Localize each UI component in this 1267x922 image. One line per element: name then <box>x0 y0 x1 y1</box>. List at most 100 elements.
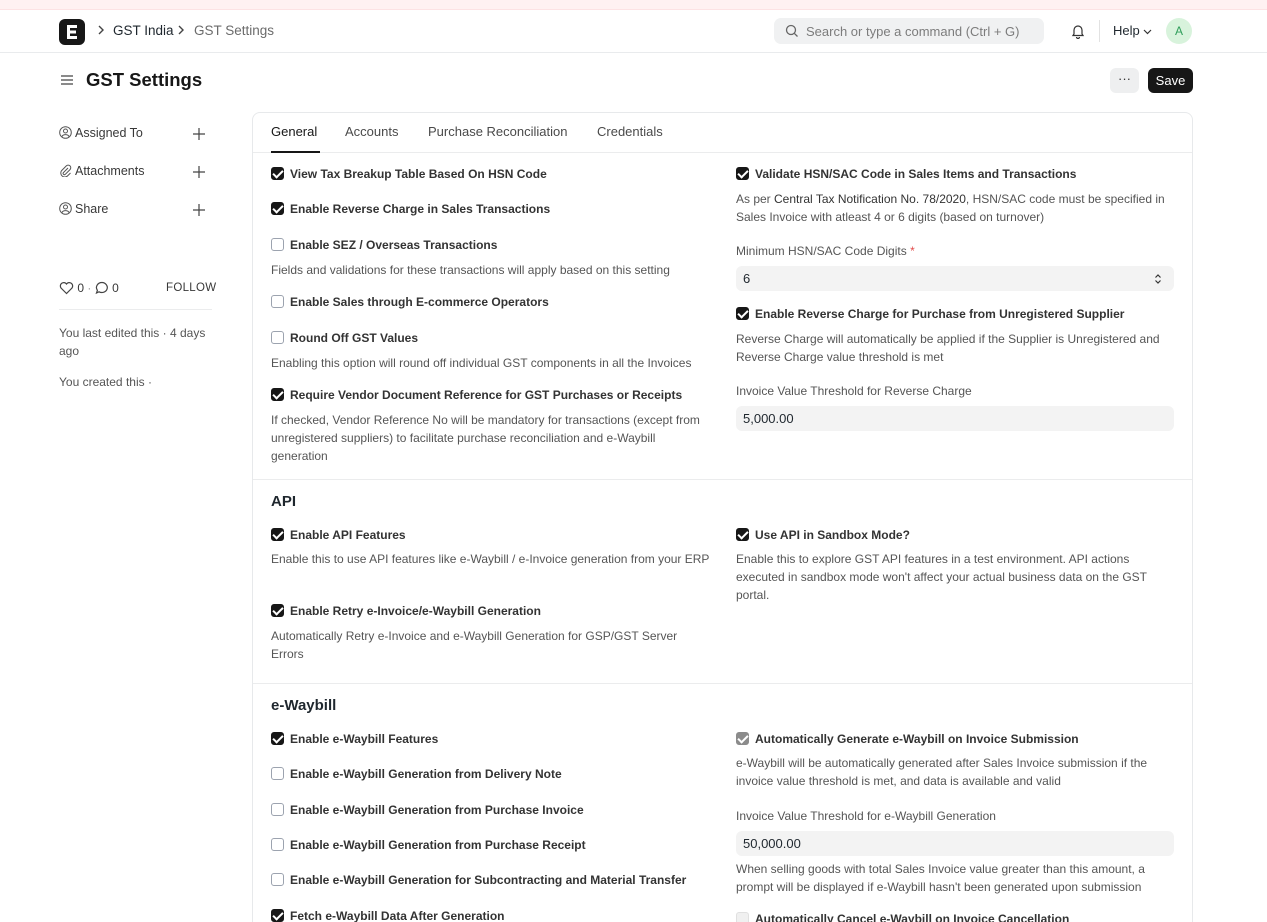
enable-retry-checkbox[interactable]: Enable Retry e-Invoice/e-Waybill Generat… <box>271 604 541 618</box>
share-user-icon <box>59 202 72 215</box>
sidebar-share[interactable]: Share <box>59 202 108 216</box>
page-title: GST Settings <box>86 69 203 90</box>
enable-api-checkbox[interactable]: Enable API Features <box>271 528 406 542</box>
field-description: If checked, Vendor Reference No will be … <box>271 413 700 463</box>
checkbox[interactable] <box>271 331 284 344</box>
ewaybill-delivery-note-checkbox[interactable]: Enable e-Waybill Generation from Deliver… <box>271 767 562 781</box>
checkbox[interactable] <box>736 732 749 745</box>
field-description: Enabling this option will round off indi… <box>271 356 692 370</box>
checkbox[interactable] <box>271 388 284 401</box>
checkbox[interactable] <box>271 732 284 745</box>
rc-threshold-label: Invoice Value Threshold for Reverse Char… <box>736 384 972 398</box>
checkbox[interactable] <box>271 604 284 617</box>
ewaybill-subcontracting-checkbox[interactable]: Enable e-Waybill Generation for Subcontr… <box>271 873 686 887</box>
field-description: Reverse Charge will automatically be app… <box>736 332 1160 364</box>
select-value: 6 <box>743 271 751 286</box>
sidebar-item-label: Assigned To <box>75 126 143 140</box>
tab-purchase-reconciliation[interactable]: Purchase Reconciliation <box>428 124 567 139</box>
reverse-charge-sales-checkbox[interactable]: Enable Reverse Charge in Sales Transacti… <box>271 202 550 216</box>
bell-icon[interactable] <box>1070 23 1086 39</box>
field-label: Enable e-Waybill Generation from Purchas… <box>290 838 586 852</box>
min-digits-select[interactable]: 6 <box>736 266 1174 291</box>
sidebar-assigned-to[interactable]: Assigned To <box>59 126 143 140</box>
ewaybill-threshold-label: Invoice Value Threshold for e-Waybill Ge… <box>736 809 996 823</box>
checkbox[interactable] <box>271 909 284 922</box>
user-add-icon <box>59 126 72 139</box>
search-placeholder: Search or type a command (Ctrl + G) <box>806 24 1020 39</box>
comment-icon[interactable] <box>95 281 109 295</box>
sidebar-divider <box>59 309 212 310</box>
field-label: View Tax Breakup Table Based On HSN Code <box>290 167 547 181</box>
paperclip-icon <box>60 164 72 178</box>
required-marker: * <box>910 244 915 258</box>
sidebar-toggle-icon[interactable] <box>60 73 74 87</box>
checkbox[interactable] <box>271 167 284 180</box>
checkbox[interactable] <box>271 873 284 886</box>
ecommerce-operators-checkbox[interactable]: Enable Sales through E-commerce Operator… <box>271 295 549 309</box>
ewaybill-section-title: e-Waybill <box>271 697 337 714</box>
checkbox[interactable] <box>736 167 749 180</box>
field-label: Fetch e-Waybill Data After Generation <box>290 909 505 922</box>
field-label: Enable Reverse Charge in Sales Transacti… <box>290 202 551 216</box>
checkbox[interactable] <box>271 528 284 541</box>
ewaybill-purchase-invoice-checkbox[interactable]: Enable e-Waybill Generation from Purchas… <box>271 803 584 817</box>
checkbox[interactable] <box>271 202 284 215</box>
user-avatar[interactable]: A <box>1166 18 1192 44</box>
follow-button[interactable]: FOLLOW <box>166 282 216 294</box>
checkbox[interactable] <box>271 767 284 780</box>
last-edited-text: You last edited this · 4 days ago <box>59 326 206 358</box>
validate-hsn-checkbox[interactable]: Validate HSN/SAC Code in Sales Items and… <box>736 167 1076 181</box>
help-dropdown[interactable]: Help <box>1113 23 1152 38</box>
field-label: Enable e-Waybill Features <box>290 732 439 746</box>
sidebar-item-label: Share <box>75 202 109 216</box>
ewaybill-threshold-input[interactable]: 50,000.00 <box>736 831 1174 856</box>
rc-unregistered-supplier-checkbox[interactable]: Enable Reverse Charge for Purchase from … <box>736 307 1124 321</box>
field-label: Minimum HSN/SAC Code Digits <box>736 244 907 258</box>
checkbox[interactable] <box>736 528 749 541</box>
sidebar-attachments[interactable]: Attachments <box>59 164 144 178</box>
likes-comments: 0 · 0 <box>59 281 119 295</box>
notification-link[interactable]: Central Tax Notification No. 78/2020 <box>774 192 966 206</box>
field-label: Enable Retry e-Invoice/e-Waybill Generat… <box>290 604 541 618</box>
checkbox[interactable] <box>271 295 284 308</box>
sez-overseas-checkbox[interactable]: Enable SEZ / Overseas Transactions <box>271 238 497 252</box>
plus-icon[interactable] <box>193 128 205 140</box>
enable-ewaybill-checkbox[interactable]: Enable e-Waybill Features <box>271 732 438 746</box>
sandbox-mode-checkbox[interactable]: Use API in Sandbox Mode? <box>736 528 910 542</box>
field-label: Validate HSN/SAC Code in Sales Items and… <box>755 167 1077 181</box>
checkbox[interactable] <box>736 912 749 922</box>
heart-icon[interactable] <box>59 281 74 295</box>
breadcrumb-gst-india[interactable]: GST India <box>113 23 174 38</box>
checkbox[interactable] <box>271 838 284 851</box>
ewaybill-purchase-receipt-checkbox[interactable]: Enable e-Waybill Generation from Purchas… <box>271 838 586 852</box>
field-description: Enable this to explore GST API features … <box>736 552 1147 602</box>
save-button[interactable]: Save <box>1148 68 1193 93</box>
fetch-ewaybill-data-checkbox[interactable]: Fetch e-Waybill Data After Generation <box>271 909 504 922</box>
active-tab-indicator <box>271 151 320 153</box>
view-tax-breakup-checkbox[interactable]: View Tax Breakup Table Based On HSN Code <box>271 167 547 181</box>
field-label: Automatically Cancel e-Waybill on Invoic… <box>755 912 1070 922</box>
created-text: You created this · <box>59 375 152 389</box>
breadcrumb-gst-settings[interactable]: GST Settings <box>194 23 274 38</box>
tab-credentials[interactable]: Credentials <box>597 124 663 139</box>
app-logo[interactable] <box>59 19 85 45</box>
checkbox[interactable] <box>736 307 749 320</box>
field-description: e-Waybill will be automatically generate… <box>736 756 1148 788</box>
top-banner-strip <box>0 0 1267 10</box>
tab-accounts[interactable]: Accounts <box>345 124 398 139</box>
more-actions-button[interactable]: ··· <box>1110 68 1139 93</box>
tab-general[interactable]: General <box>271 124 317 139</box>
plus-icon[interactable] <box>193 204 205 216</box>
checkbox[interactable] <box>271 803 284 816</box>
auto-generate-ewaybill-checkbox[interactable]: Automatically Generate e-Waybill on Invo… <box>736 732 1079 746</box>
checkbox[interactable] <box>271 238 284 251</box>
vendor-doc-reference-checkbox[interactable]: Require Vendor Document Reference for GS… <box>271 388 682 402</box>
plus-icon[interactable] <box>193 166 205 178</box>
field-label: Enable Sales through E-commerce Operator… <box>290 295 549 309</box>
round-off-gst-checkbox[interactable]: Round Off GST Values <box>271 331 418 345</box>
chevron-right-icon <box>98 25 104 35</box>
api-section-title: API <box>271 493 297 510</box>
rc-threshold-input[interactable]: 5,000.00 <box>736 406 1174 431</box>
search-input[interactable]: Search or type a command (Ctrl + G) <box>774 18 1044 44</box>
auto-cancel-ewaybill-checkbox[interactable]: Automatically Cancel e-Waybill on Invoic… <box>736 912 1069 922</box>
